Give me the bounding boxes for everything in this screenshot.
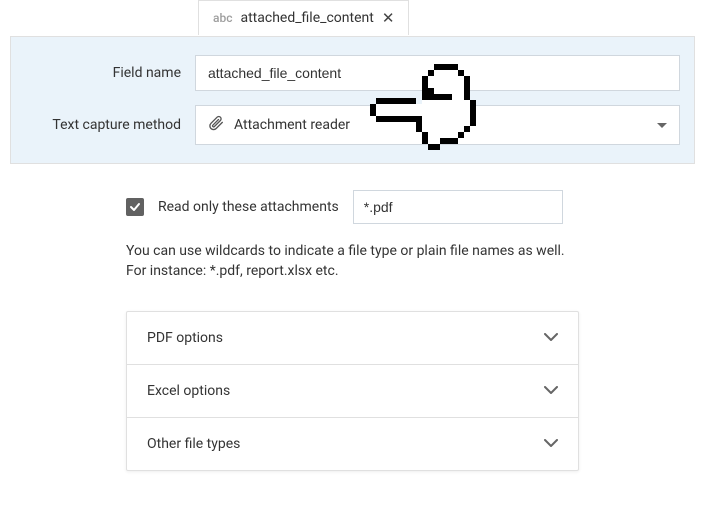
accordion-other-file-types[interactable]: Other file types [127, 418, 578, 470]
tab-attached-file-content[interactable]: abc attached_file_content ✕ [198, 0, 409, 35]
options-accordion: PDF options Excel options Other file typ… [126, 311, 579, 471]
chevron-down-icon [544, 383, 558, 399]
close-icon[interactable]: ✕ [382, 9, 395, 27]
field-name-input[interactable] [195, 55, 680, 91]
tab-bar: abc attached_file_content ✕ [0, 0, 705, 36]
capture-method-select[interactable]: Attachment reader [195, 105, 680, 145]
accordion-label: PDF options [147, 330, 223, 346]
attachment-icon [208, 115, 224, 135]
check-icon [129, 201, 141, 213]
chevron-down-icon [544, 436, 558, 452]
wildcard-hint: You can use wildcards to indicate a file… [126, 242, 579, 281]
attachments-filter-row: Read only these attachments [126, 190, 579, 224]
field-config-header: Field name Text capture method Attachmen… [10, 36, 695, 164]
tab-title: attached_file_content [240, 10, 373, 26]
capture-method-label: Text capture method [25, 117, 195, 133]
caret-down-icon [657, 117, 667, 133]
accordion-pdf-options[interactable]: PDF options [127, 312, 578, 365]
read-only-label: Read only these attachments [158, 199, 339, 215]
accordion-excel-options[interactable]: Excel options [127, 365, 578, 418]
attachments-pattern-input[interactable] [353, 190, 563, 224]
tab-type-badge: abc [213, 11, 232, 25]
accordion-label: Excel options [147, 383, 230, 399]
accordion-label: Other file types [147, 436, 240, 452]
read-only-checkbox[interactable] [126, 198, 144, 216]
chevron-down-icon [544, 330, 558, 346]
content-area: Read only these attachments You can use … [0, 164, 705, 491]
field-name-label: Field name [25, 65, 195, 81]
capture-method-value: Attachment reader [234, 117, 350, 133]
